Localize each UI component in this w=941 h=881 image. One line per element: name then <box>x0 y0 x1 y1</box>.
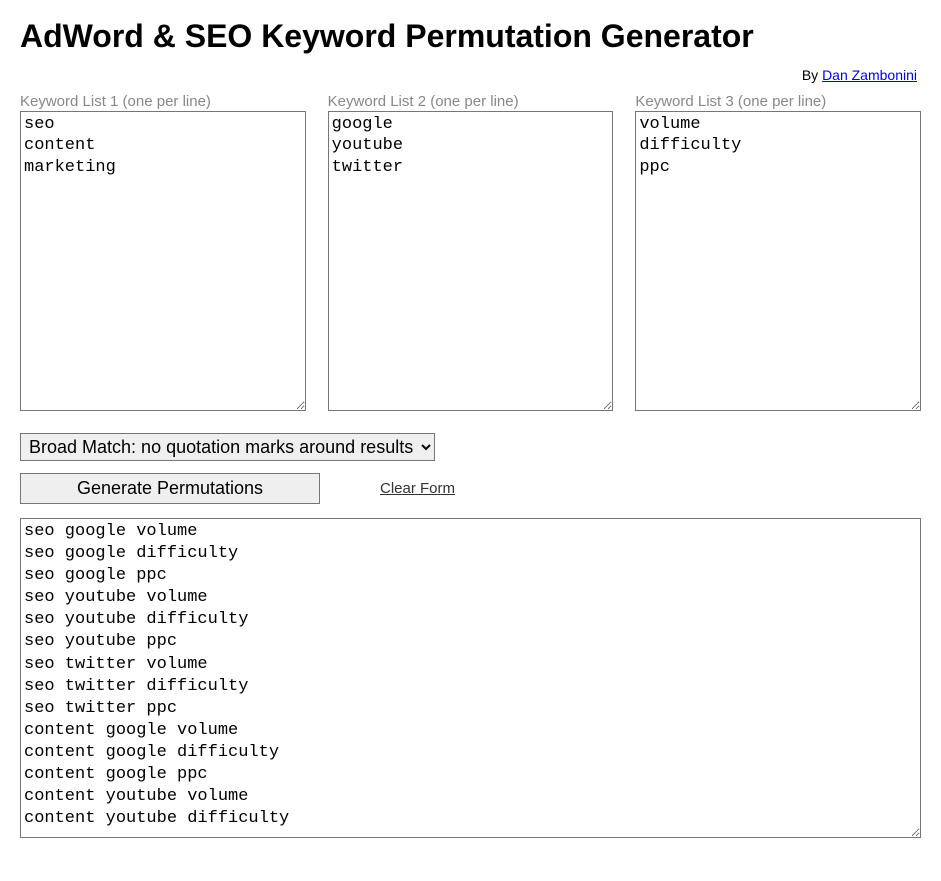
keyword-list-2-col: Keyword List 2 (one per line) <box>328 93 614 411</box>
keyword-list-1-col: Keyword List 1 (one per line) <box>20 93 306 411</box>
byline: By Dan Zambonini <box>20 67 921 83</box>
action-row: Generate Permutations Clear Form <box>20 473 921 504</box>
page-title: AdWord & SEO Keyword Permutation Generat… <box>20 18 921 55</box>
keyword-list-2-label: Keyword List 2 (one per line) <box>328 93 614 110</box>
keyword-list-1-label: Keyword List 1 (one per line) <box>20 93 306 110</box>
keyword-lists-row: Keyword List 1 (one per line) Keyword Li… <box>20 93 921 411</box>
keyword-list-1-input[interactable] <box>20 111 306 411</box>
keyword-list-3-label: Keyword List 3 (one per line) <box>635 93 921 110</box>
keyword-list-3-col: Keyword List 3 (one per line) <box>635 93 921 411</box>
author-link[interactable]: Dan Zambonini <box>822 67 917 83</box>
match-type-select[interactable]: Broad Match: no quotation marks around r… <box>20 433 435 461</box>
keyword-list-2-input[interactable] <box>328 111 614 411</box>
clear-form-link[interactable]: Clear Form <box>380 480 455 497</box>
results-output[interactable] <box>20 518 921 838</box>
keyword-list-3-input[interactable] <box>635 111 921 411</box>
match-type-row: Broad Match: no quotation marks around r… <box>20 433 921 461</box>
generate-button[interactable]: Generate Permutations <box>20 473 320 504</box>
byline-prefix: By <box>802 67 822 83</box>
